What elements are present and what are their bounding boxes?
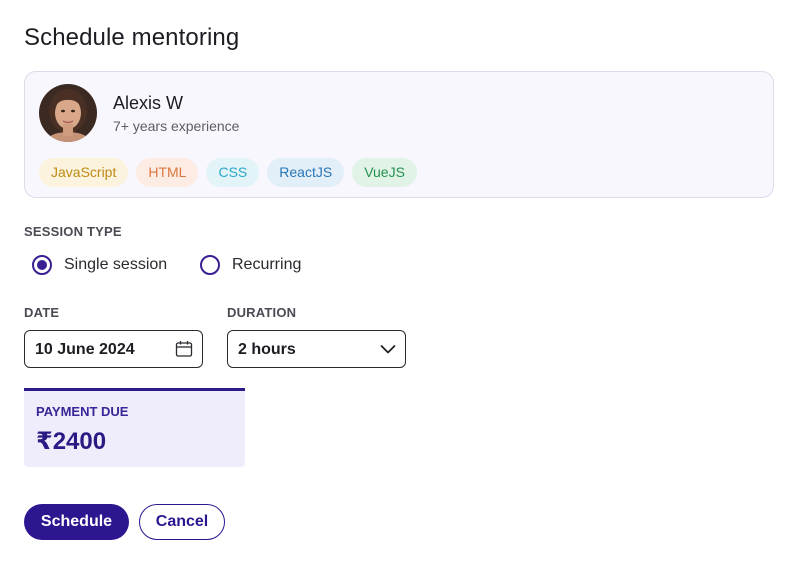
- mentor-experience: 7+ years experience: [113, 118, 240, 134]
- schedule-button[interactable]: Schedule: [24, 504, 129, 540]
- skill-tag: JavaScript: [39, 158, 129, 187]
- skill-tag: VueJS: [352, 158, 417, 187]
- duration-value: 2 hours: [238, 341, 296, 358]
- radio-recurring[interactable]: Recurring: [200, 255, 301, 275]
- skill-tags: JavaScript HTML CSS ReactJS VueJS: [39, 158, 417, 187]
- radio-button[interactable]: [200, 255, 220, 275]
- radio-single-session[interactable]: Single session: [32, 255, 167, 275]
- chevron-down-icon: [380, 342, 396, 361]
- mentor-name: Alexis W: [113, 93, 184, 113]
- skill-tag: ReactJS: [267, 158, 345, 187]
- date-field[interactable]: 10 June 2024: [24, 330, 203, 368]
- date-label: DATE: [24, 305, 60, 320]
- payment-amount: ₹2400: [36, 428, 107, 455]
- duration-label: DURATION: [227, 305, 297, 320]
- session-type-label: SESSION TYPE: [24, 224, 122, 239]
- date-value: 10 June 2024: [35, 341, 135, 358]
- radio-label: Recurring: [232, 256, 302, 273]
- duration-select[interactable]: 2 hours: [227, 330, 406, 368]
- payment-due-panel: PAYMENT DUE ₹2400: [24, 388, 245, 467]
- page-title: Schedule mentoring: [24, 24, 240, 51]
- skill-tag: CSS: [206, 158, 260, 187]
- calendar-icon[interactable]: [175, 340, 193, 363]
- payment-due-label: PAYMENT DUE: [36, 404, 129, 419]
- mentor-card: Alexis W 7+ years experience JavaScript …: [24, 71, 774, 198]
- radio-label: Single session: [64, 256, 168, 273]
- avatar: [39, 84, 97, 142]
- cancel-button[interactable]: Cancel: [139, 504, 225, 540]
- skill-tag: HTML: [136, 158, 199, 187]
- radio-button[interactable]: [32, 255, 52, 275]
